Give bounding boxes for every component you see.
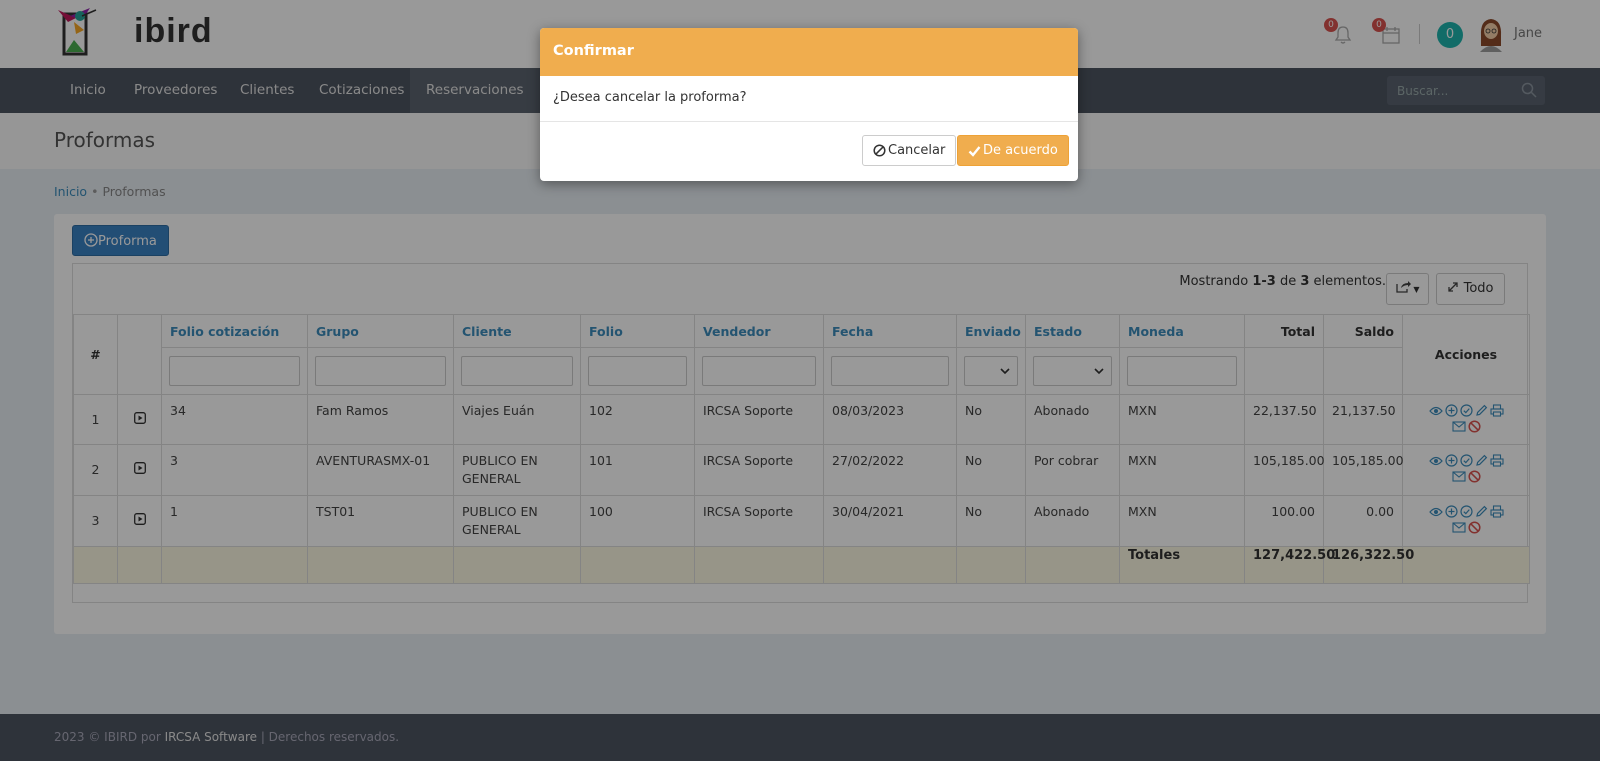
- dialog-title: Confirmar: [540, 28, 1078, 76]
- confirm-dialog: Confirmar ¿Desea cancelar la proforma? C…: [540, 28, 1078, 181]
- check-icon: [968, 145, 981, 157]
- confirm-button[interactable]: De acuerdo: [957, 135, 1069, 166]
- confirm-label: De acuerdo: [983, 143, 1058, 158]
- dialog-message: ¿Desea cancelar la proforma?: [540, 76, 1078, 122]
- ban-icon: [873, 144, 886, 157]
- cancel-button[interactable]: Cancelar: [862, 135, 957, 166]
- cancel-label: Cancelar: [888, 143, 946, 158]
- dialog-footer: Cancelar De acuerdo: [540, 122, 1078, 181]
